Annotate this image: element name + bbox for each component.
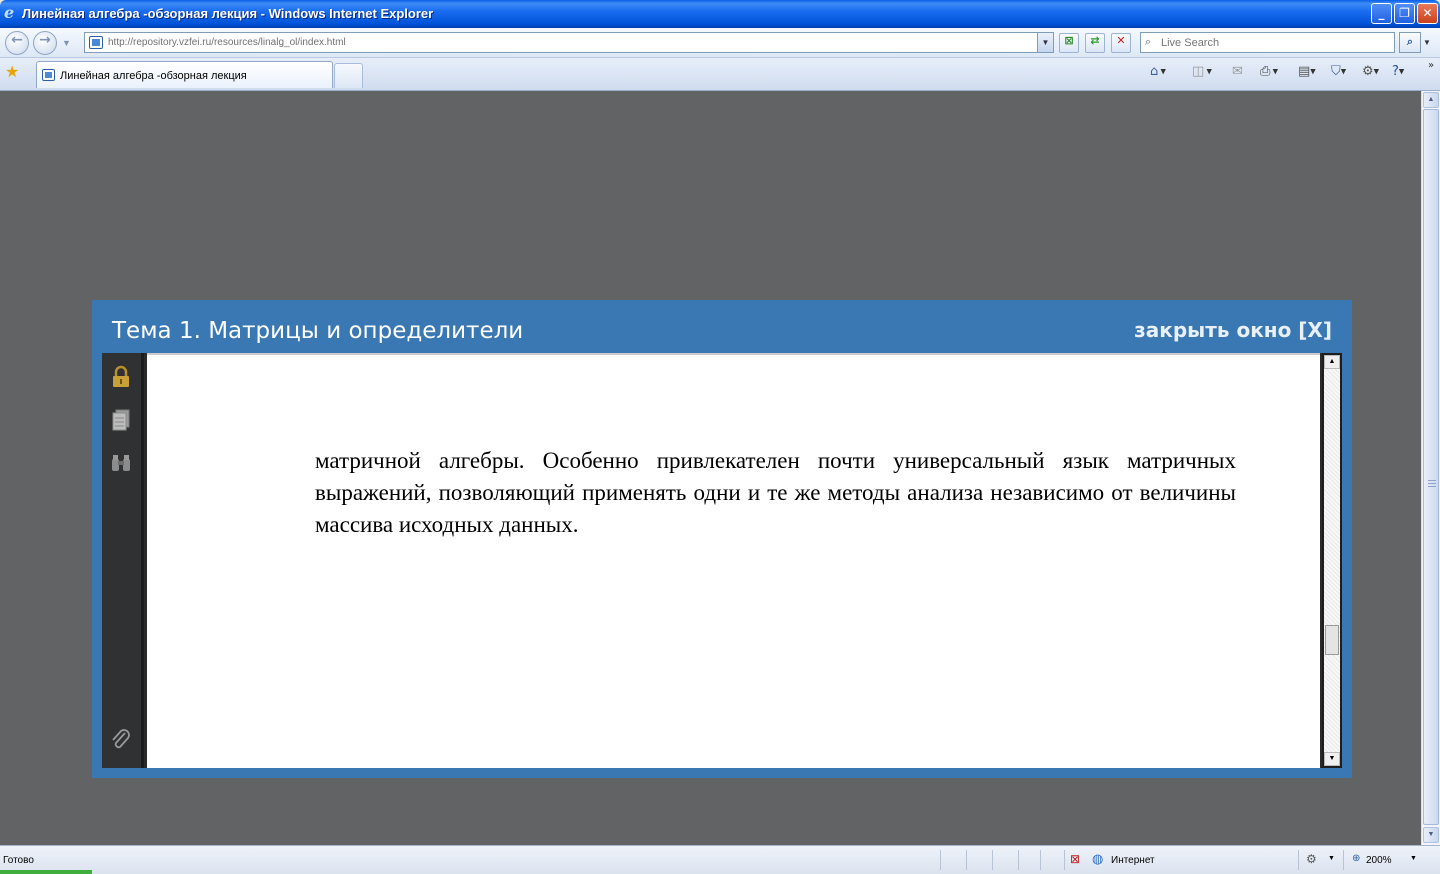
search-button[interactable]: ⌕: [1399, 32, 1421, 53]
status-bar: Готово ⊠ ◍ Интернет ⚙ ▼ ⊕ 200% ▼: [0, 845, 1440, 874]
status-divider: [1040, 850, 1041, 870]
modal-title: Тема 1. Матрицы и определители: [112, 318, 524, 344]
find-icon[interactable]: [110, 451, 132, 475]
stop-button[interactable]: ✕: [1111, 33, 1131, 53]
pdf-reader: матричной алгебры. Особенно привлекателе…: [102, 353, 1342, 768]
address-field[interactable]: http://repository.vzfei.ru/resources/lin…: [84, 32, 1054, 53]
scroll-grip-icon: [1428, 480, 1436, 487]
lecture-modal: Тема 1. Матрицы и определители закрыть о…: [92, 300, 1352, 778]
window-title-bar[interactable]: e Линейная алгебра -обзорная лекция - Wi…: [0, 0, 1440, 28]
document-scroll-down-icon[interactable]: ▼: [1324, 752, 1340, 766]
popup-blocked-icon[interactable]: ⊠: [1070, 852, 1080, 866]
search-icon: ⌕: [1145, 36, 1152, 48]
page-icon: [89, 36, 103, 49]
status-divider: [1018, 850, 1019, 870]
browser-scroll-up-icon[interactable]: ▲: [1423, 92, 1439, 108]
search-box[interactable]: ⌕: [1140, 32, 1395, 53]
document-scrollbar[interactable]: ▲ ▼: [1322, 353, 1342, 768]
safety-icon[interactable]: ⛉▼: [1331, 64, 1346, 82]
lock-icon[interactable]: [110, 365, 132, 389]
favorites-star-icon[interactable]: ★: [5, 65, 19, 81]
back-arrow-icon: ←: [11, 32, 23, 48]
back-button[interactable]: ←: [5, 31, 29, 55]
document-scroll-up-icon[interactable]: ▲: [1324, 355, 1340, 369]
history-dropdown-icon[interactable]: ▼: [62, 38, 71, 48]
forward-arrow-icon: →: [39, 32, 51, 48]
attachment-icon[interactable]: [110, 728, 132, 752]
status-divider: [1343, 850, 1344, 870]
status-divider: [966, 850, 967, 870]
address-dropdown-icon[interactable]: ▼: [1037, 33, 1053, 52]
status-divider: [1064, 850, 1065, 870]
search-options-dropdown-icon[interactable]: ▼: [1423, 38, 1431, 47]
maximize-button[interactable]: ❐: [1394, 3, 1415, 24]
protected-mode-icon[interactable]: ⚙: [1306, 852, 1317, 866]
browser-scrollbar[interactable]: ▲ ▼: [1421, 91, 1440, 845]
page-icon[interactable]: ▤▼: [1298, 64, 1316, 82]
browser-scroll-down-icon[interactable]: ▼: [1423, 827, 1439, 843]
status-divider: [940, 850, 941, 870]
close-window-button[interactable]: ✕: [1417, 3, 1438, 24]
tab-lecture[interactable]: Линейная алгебра -обзорная лекция: [36, 61, 333, 88]
ie-logo-icon: e: [4, 3, 15, 22]
refresh-button[interactable]: ⇄: [1085, 33, 1105, 53]
pages-icon[interactable]: [110, 408, 132, 432]
minimize-button[interactable]: _: [1371, 3, 1392, 24]
document-paragraph: матричной алгебры. Особенно привлекателе…: [315, 448, 1236, 537]
help-icon[interactable]: ?▼: [1392, 64, 1404, 82]
stop-icon: ✕: [1116, 34, 1126, 47]
zoom-icon: ⊕: [1352, 853, 1361, 864]
document-scroll-track[interactable]: [1324, 355, 1340, 766]
address-url[interactable]: http://repository.vzfei.ru/resources/lin…: [108, 37, 346, 48]
tools-icon[interactable]: ⚙▼: [1362, 64, 1379, 82]
document-scroll-thumb[interactable]: [1325, 625, 1339, 655]
close-modal-button[interactable]: закрыть окно [X]: [1134, 318, 1332, 342]
tab-label: Линейная алгебра -обзорная лекция: [60, 70, 247, 82]
print-icon[interactable]: ⎙ ▼: [1260, 64, 1278, 82]
feeds-icon[interactable]: ◫ ▼: [1192, 64, 1212, 82]
compatibility-icon: ⊠: [1064, 34, 1074, 47]
page-viewport: Тема 1. Матрицы и определители закрыть о…: [0, 91, 1421, 845]
search-input[interactable]: [1161, 35, 1389, 50]
status-divider: [1298, 850, 1299, 870]
zoom-dropdown-icon[interactable]: ▼: [1410, 855, 1417, 862]
status-text: Готово: [3, 855, 34, 866]
tab-bar: ★ Линейная алгебра -обзорная лекция ⌂ ▼ …: [0, 58, 1440, 91]
magnifier-icon: ⌕: [1406, 36, 1414, 48]
new-tab-button[interactable]: [334, 63, 363, 88]
status-divider: [992, 850, 993, 870]
toolbar-chevron-icon[interactable]: »: [1428, 60, 1434, 78]
progress-strip: [0, 870, 92, 874]
zoom-level[interactable]: 200%: [1366, 855, 1392, 866]
tab-page-icon: [42, 69, 55, 81]
address-toolbar: ← → ▼ http://repository.vzfei.ru/resourc…: [0, 28, 1440, 58]
globe-icon: ◍: [1092, 851, 1104, 866]
protected-mode-dropdown-icon[interactable]: ▼: [1328, 855, 1335, 862]
forward-button[interactable]: →: [33, 31, 57, 55]
compatibility-button[interactable]: ⊠: [1059, 33, 1079, 53]
reader-sidebar: [102, 353, 144, 768]
refresh-icon: ⇄: [1090, 34, 1100, 47]
window-title: Линейная алгебра -обзорная лекция - Wind…: [22, 6, 434, 21]
security-zone[interactable]: Интернет: [1111, 855, 1155, 866]
home-icon[interactable]: ⌂ ▼: [1150, 64, 1166, 82]
document-page: матричной алгебры. Особенно привлекателе…: [147, 353, 1320, 768]
read-mail-icon[interactable]: ✉: [1232, 64, 1243, 82]
browser-scroll-thumb[interactable]: [1423, 109, 1439, 825]
